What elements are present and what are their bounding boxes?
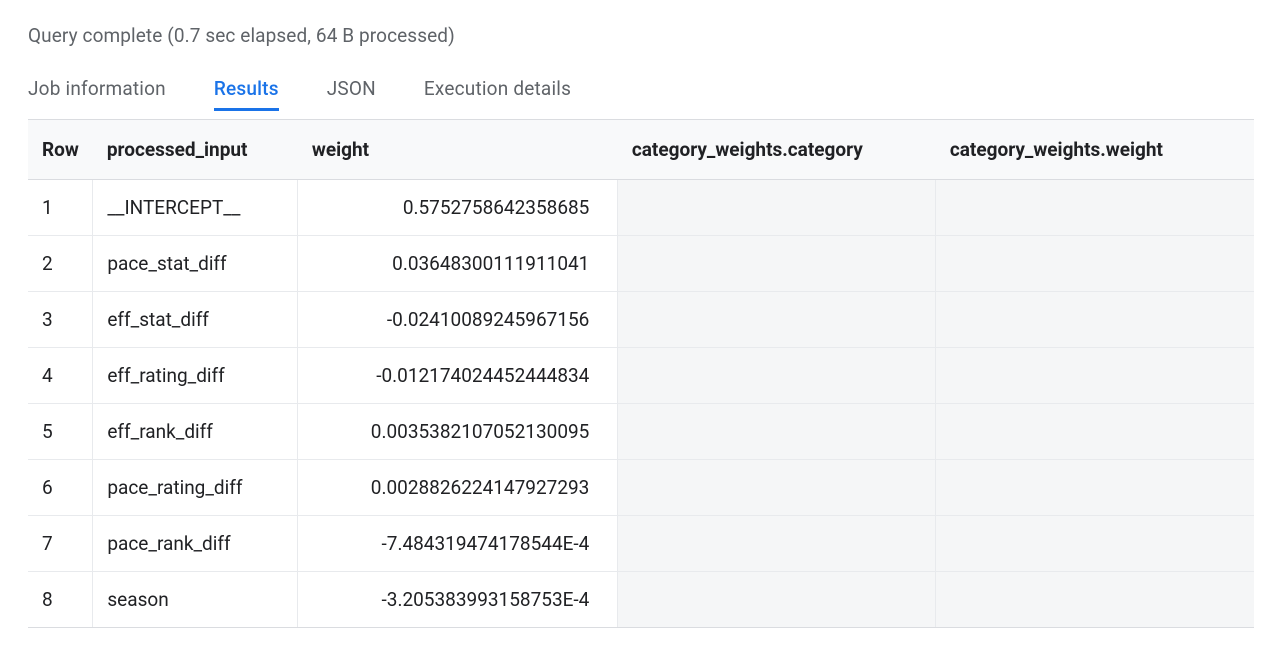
results-table-wrapper: Row processed_input weight category_weig… (28, 119, 1254, 628)
cell-category-weights-category (618, 460, 936, 516)
cell-row: 4 (28, 348, 93, 404)
cell-processed-input: pace_stat_diff (93, 236, 298, 292)
cell-category-weights-weight (936, 348, 1254, 404)
cell-processed-input: eff_rank_diff (93, 404, 298, 460)
table-row: 3 eff_stat_diff -0.02410089245967156 (28, 292, 1254, 348)
cell-category-weights-category (618, 180, 936, 236)
header-processed-input: processed_input (93, 120, 298, 180)
cell-category-weights-weight (936, 404, 1254, 460)
table-row: 1 __INTERCEPT__ 0.5752758642358685 (28, 180, 1254, 236)
cell-category-weights-category (618, 292, 936, 348)
cell-weight: -7.484319474178544E-4 (298, 516, 618, 572)
cell-category-weights-category (618, 572, 936, 628)
cell-row: 3 (28, 292, 93, 348)
cell-category-weights-weight (936, 460, 1254, 516)
cell-weight: -0.02410089245967156 (298, 292, 618, 348)
query-status: Query complete (0.7 sec elapsed, 64 B pr… (28, 24, 1254, 47)
cell-category-weights-weight (936, 516, 1254, 572)
table-row: 2 pace_stat_diff 0.03648300111911041 (28, 236, 1254, 292)
header-category-weights-category: category_weights.category (618, 120, 936, 180)
cell-weight: 0.5752758642358685 (298, 180, 618, 236)
cell-category-weights-category (618, 516, 936, 572)
cell-processed-input: eff_rating_diff (93, 348, 298, 404)
cell-row: 2 (28, 236, 93, 292)
table-header-row: Row processed_input weight category_weig… (28, 120, 1254, 180)
cell-category-weights-weight (936, 292, 1254, 348)
cell-weight: 0.0028826224147927293 (298, 460, 618, 516)
cell-category-weights-weight (936, 180, 1254, 236)
cell-processed-input: eff_stat_diff (93, 292, 298, 348)
cell-weight: 0.0035382107052130095 (298, 404, 618, 460)
table-row: 5 eff_rank_diff 0.0035382107052130095 (28, 404, 1254, 460)
cell-processed-input: __INTERCEPT__ (93, 180, 298, 236)
tab-execution-details[interactable]: Execution details (424, 69, 571, 111)
cell-processed-input: pace_rating_diff (93, 460, 298, 516)
tab-job-information[interactable]: Job information (28, 69, 166, 111)
table-row: 7 pace_rank_diff -7.484319474178544E-4 (28, 516, 1254, 572)
cell-category-weights-weight (936, 236, 1254, 292)
header-weight: weight (298, 120, 618, 180)
tab-json[interactable]: JSON (327, 69, 376, 111)
cell-weight: -3.205383993158753E-4 (298, 572, 618, 628)
tab-results[interactable]: Results (214, 69, 279, 111)
header-category-weights-weight: category_weights.weight (936, 120, 1254, 180)
cell-category-weights-category (618, 348, 936, 404)
table-row: 6 pace_rating_diff 0.0028826224147927293 (28, 460, 1254, 516)
cell-category-weights-category (618, 236, 936, 292)
cell-category-weights-category (618, 404, 936, 460)
cell-processed-input: season (93, 572, 298, 628)
cell-row: 8 (28, 572, 93, 628)
table-row: 8 season -3.205383993158753E-4 (28, 572, 1254, 628)
cell-processed-input: pace_rank_diff (93, 516, 298, 572)
cell-row: 1 (28, 180, 93, 236)
cell-category-weights-weight (936, 572, 1254, 628)
results-table: Row processed_input weight category_weig… (28, 120, 1254, 627)
table-row: 4 eff_rating_diff -0.012174024452444834 (28, 348, 1254, 404)
cell-weight: -0.012174024452444834 (298, 348, 618, 404)
cell-row: 5 (28, 404, 93, 460)
results-tabs: Job information Results JSON Execution d… (28, 69, 1254, 111)
header-row: Row (28, 120, 93, 180)
cell-weight: 0.03648300111911041 (298, 236, 618, 292)
cell-row: 7 (28, 516, 93, 572)
cell-row: 6 (28, 460, 93, 516)
